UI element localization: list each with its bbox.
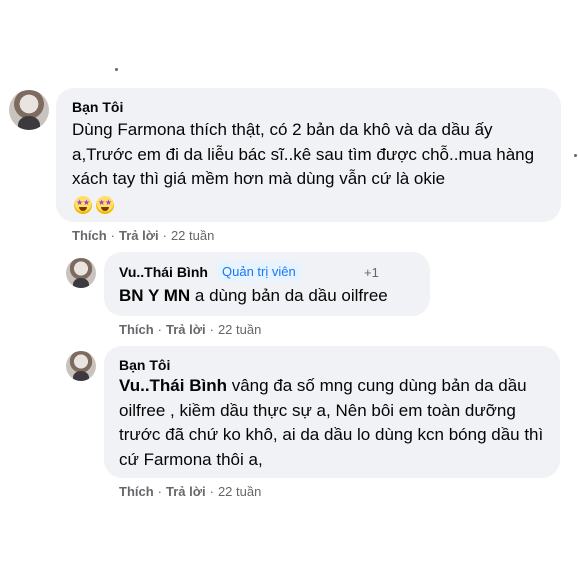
avatar[interactable] <box>66 258 96 288</box>
avatar[interactable] <box>66 351 96 381</box>
like-button[interactable]: Thích <box>72 228 107 243</box>
star-struck-emoji-icon <box>74 196 92 214</box>
like-button[interactable]: Thích <box>119 322 154 337</box>
ellipsis-dot <box>115 68 118 71</box>
options-dot[interactable] <box>574 154 577 157</box>
badge-count[interactable]: +1 <box>364 265 379 280</box>
timestamp[interactable]: 22 tuần <box>218 484 261 499</box>
reply-text-content: a dùng bản da dầu oilfree <box>190 286 388 305</box>
badge-icon[interactable] <box>330 264 352 280</box>
timestamp[interactable]: 22 tuần <box>218 322 261 337</box>
mention-link[interactable]: Vu..Thái Bình <box>119 376 227 395</box>
timestamp[interactable]: 22 tuần <box>171 228 214 243</box>
like-button[interactable]: Thích <box>119 484 154 499</box>
comment-author[interactable]: Bạn Tôi <box>72 99 123 115</box>
mention-link[interactable]: BN Y MN <box>119 286 190 305</box>
admin-badge[interactable]: Quản trị viên <box>216 261 302 282</box>
reply-text: Vu..Thái Bình vâng đa số mng cung dùng b… <box>119 374 544 472</box>
star-struck-emoji-icon <box>96 196 114 214</box>
reply-button[interactable]: Trả lời <box>166 484 206 499</box>
reply-author[interactable]: Bạn Tôi <box>119 357 170 373</box>
avatar[interactable] <box>9 90 49 130</box>
reply-button[interactable]: Trả lời <box>119 228 159 243</box>
comment-text: Dùng Farmona thích thật, có 2 bản da khô… <box>72 120 535 188</box>
reply-button[interactable]: Trả lời <box>166 322 206 337</box>
reply-author[interactable]: Vu..Thái Bình <box>119 264 208 280</box>
comment-actions: Thích · Trả lời · 22 tuần <box>72 228 215 243</box>
reply-actions: Thích · Trả lời · 22 tuần <box>119 322 262 337</box>
reply-text: BN Y MN a dùng bản da dầu oilfree <box>119 284 419 309</box>
reply-actions: Thích · Trả lời · 22 tuần <box>119 484 262 499</box>
